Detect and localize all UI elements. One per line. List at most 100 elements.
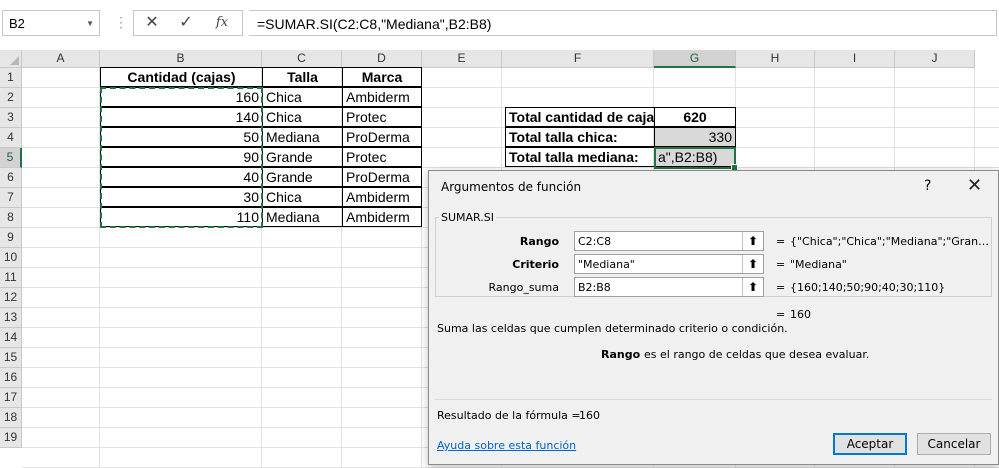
arg-result-rango: {"Chica";"Chica";"Mediana";"Grande"...	[790, 235, 990, 248]
cell-cantidad[interactable]: 40	[100, 167, 263, 187]
close-icon[interactable]: ✕	[967, 175, 982, 196]
cell-talla[interactable]: Grande	[262, 147, 343, 167]
column-header-g[interactable]: G	[654, 50, 736, 68]
cell-cantidad[interactable]: 140	[100, 107, 263, 127]
cell-cantidad[interactable]: 50	[100, 127, 263, 147]
cell-talla[interactable]: Grande	[262, 167, 343, 187]
column-header-b[interactable]: B	[100, 50, 262, 68]
select-all-corner[interactable]	[0, 50, 22, 68]
row-header-6[interactable]: 6	[0, 168, 22, 188]
row-header-8[interactable]: 8	[0, 208, 22, 228]
row-header-3[interactable]: 3	[0, 108, 22, 128]
header-marca[interactable]: Marca	[342, 67, 422, 87]
arg-input-rango-suma[interactable]: B2:B8 ⬆	[574, 277, 764, 297]
row-header-1[interactable]: 1	[0, 68, 22, 88]
cell-talla[interactable]: Chica	[262, 107, 343, 127]
arg-input-criterio[interactable]: "Mediana" ⬆	[574, 254, 764, 274]
help-link[interactable]: Ayuda sobre esta función	[437, 439, 576, 452]
collapse-dialog-icon[interactable]: ⬆	[742, 255, 763, 273]
header-talla[interactable]: Talla	[262, 67, 343, 87]
arg-result-criterio: "Mediana"	[790, 258, 847, 271]
cell-marca[interactable]: ProDerma	[342, 127, 422, 147]
row-header-7[interactable]: 7	[0, 188, 22, 208]
arg-label-rango: Rango	[519, 235, 559, 248]
arg-help-text: es el rango de celdas que desea evaluar.	[644, 348, 870, 361]
formula-text: =SUMAR.SI(C2:C8,"Mediana",B2:B8)	[257, 16, 492, 32]
function-name: SUMAR.SI	[439, 211, 497, 224]
row-header-12[interactable]: 12	[0, 288, 22, 308]
row-header-18[interactable]: 18	[0, 408, 22, 428]
formula-result-value: 160	[579, 409, 600, 422]
name-box[interactable]: B2 ▼	[2, 10, 100, 36]
row-header-15[interactable]: 15	[0, 348, 22, 368]
column-header-d[interactable]: D	[342, 50, 422, 68]
row-header-19[interactable]: 19	[0, 428, 22, 448]
collapse-dialog-icon[interactable]: ⬆	[742, 278, 763, 296]
column-header-j[interactable]: J	[895, 50, 975, 68]
cell-talla[interactable]: Mediana	[262, 127, 343, 147]
arg-value-rango-suma: B2:B8	[578, 281, 611, 294]
function-arguments-dialog: Argumentos de función ? ✕ SUMAR.SI Rango…	[428, 170, 999, 465]
row-header-4[interactable]: 4	[0, 128, 22, 148]
cell-talla[interactable]: Chica	[262, 187, 343, 207]
summary-value-mediana[interactable]: a",B2:B8)	[654, 147, 736, 167]
cell-marca[interactable]: Ambiderm	[342, 87, 422, 107]
drag-handle-icon[interactable]: ⋮	[114, 14, 128, 31]
cell-cantidad[interactable]: 30	[100, 187, 263, 207]
collapse-dialog-icon[interactable]: ⬆	[742, 232, 763, 250]
row-header-16[interactable]: 16	[0, 368, 22, 388]
cell-cantidad[interactable]: 160	[100, 87, 263, 107]
cell-marca[interactable]: Protec	[342, 107, 422, 127]
column-header-a[interactable]: A	[22, 50, 100, 68]
enter-icon[interactable]: ✓	[172, 13, 200, 33]
summary-label-mediana[interactable]: Total talla mediana:	[505, 147, 655, 167]
summary-value-total[interactable]: 620	[654, 107, 736, 127]
name-box-value: B2	[9, 16, 25, 31]
column-header-h[interactable]: H	[736, 50, 815, 68]
insert-function-icon[interactable]: fx	[208, 13, 236, 33]
cell-talla[interactable]: Mediana	[262, 207, 343, 227]
arg-help-name: Rango	[601, 348, 641, 361]
summary-label-chica[interactable]: Total talla chica:	[505, 127, 655, 147]
row-header-10[interactable]: 10	[0, 248, 22, 268]
row-header-17[interactable]: 17	[0, 388, 22, 408]
summary-label-total[interactable]: Total cantidad de cajas:	[505, 107, 655, 127]
cell-talla[interactable]: Chica	[262, 87, 343, 107]
column-header-f[interactable]: F	[502, 50, 654, 68]
arg-result-rango-suma: {160;140;50;90;40;30;110}	[790, 281, 946, 294]
row-header-13[interactable]: 13	[0, 308, 22, 328]
cell-cantidad[interactable]: 110	[100, 207, 263, 227]
cell-marca[interactable]: ProDerma	[342, 167, 422, 187]
cancel-button[interactable]: Cancelar	[917, 433, 991, 455]
column-header-i[interactable]: I	[815, 50, 895, 68]
help-icon[interactable]: ?	[924, 178, 931, 194]
arg-value-criterio: "Mediana"	[578, 258, 635, 271]
cell-marca[interactable]: Ambiderm	[342, 207, 422, 227]
ok-button[interactable]: Aceptar	[833, 433, 907, 455]
equals-sign: =	[776, 281, 786, 294]
row-header-11[interactable]: 11	[0, 268, 22, 288]
row-header-14[interactable]: 14	[0, 328, 22, 348]
arg-input-rango[interactable]: C2:C8 ⬆	[574, 231, 764, 251]
chevron-down-icon[interactable]: ▼	[86, 19, 94, 28]
equals-sign: =	[776, 308, 786, 321]
row-header-9[interactable]: 9	[0, 228, 22, 248]
row-header-5[interactable]: 5	[0, 148, 22, 168]
header-cantidad[interactable]: Cantidad (cajas)	[100, 67, 263, 87]
formula-input[interactable]: =SUMAR.SI(C2:C8,"Mediana",B2:B8)	[249, 10, 997, 36]
formula-buttons: ✕ ✓ fx	[133, 10, 243, 36]
cell-marca[interactable]: Ambiderm	[342, 187, 422, 207]
column-header-e[interactable]: E	[422, 50, 502, 68]
cell-cantidad[interactable]: 90	[100, 147, 263, 167]
dialog-title: Argumentos de función	[441, 180, 582, 194]
arg-value-rango: C2:C8	[578, 235, 612, 248]
dialog-divider	[435, 399, 992, 400]
arg-label-rango-suma: Rango_suma	[488, 281, 560, 294]
cancel-icon[interactable]: ✕	[138, 13, 166, 33]
formula-result-label: Resultado de la fórmula =	[437, 409, 581, 422]
equals-sign: =	[776, 258, 786, 271]
summary-value-chica[interactable]: 330	[654, 127, 736, 147]
column-header-c[interactable]: C	[262, 50, 342, 68]
row-header-2[interactable]: 2	[0, 88, 22, 108]
cell-marca[interactable]: Protec	[342, 147, 422, 167]
